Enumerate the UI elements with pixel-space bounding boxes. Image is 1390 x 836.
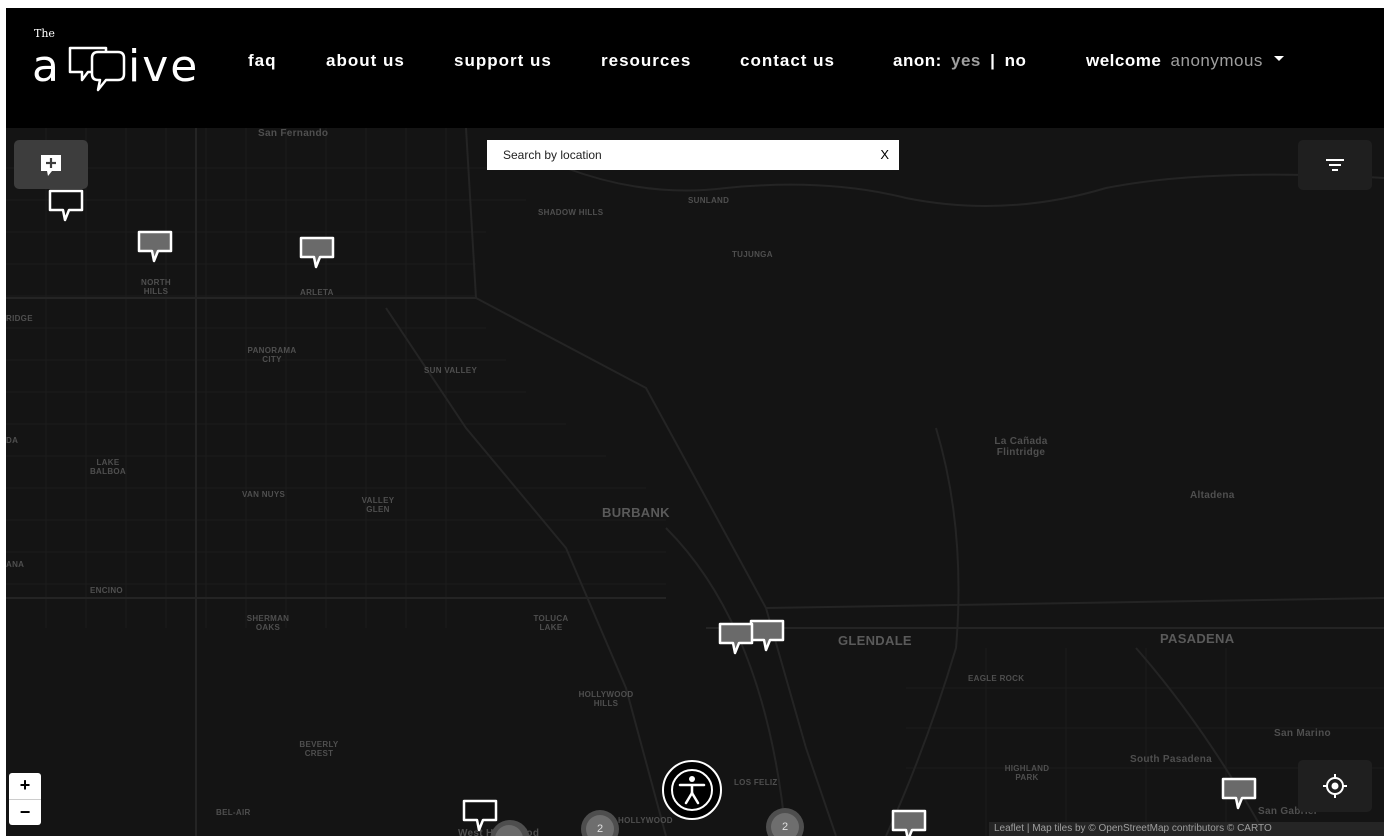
map-view[interactable]: San Fernando SHADOW HILLS SUNLAND TUJUNG… <box>6 128 1384 836</box>
site-logo[interactable]: a ive The <box>32 26 222 96</box>
caret-down-icon <box>1274 56 1285 62</box>
osm-link[interactable]: OpenStreetMap <box>1099 823 1170 834</box>
add-comment-icon <box>41 155 61 176</box>
story-marker-icon[interactable] <box>298 235 336 271</box>
accessibility-icon <box>671 769 713 811</box>
place-label: SHERMAN OAKS <box>246 614 290 632</box>
anon-no-option[interactable]: no <box>1005 51 1027 71</box>
nav-link-contact-us[interactable]: contact us <box>740 51 835 71</box>
user-menu-dropdown[interactable]: welcome anonymous <box>1086 51 1285 71</box>
place-label: DA <box>6 436 19 445</box>
place-label: Altadena <box>1190 490 1235 501</box>
top-navbar: a ive The faq about us support us resour… <box>6 8 1384 128</box>
place-label: San Marino <box>1274 728 1331 739</box>
place-label: VAN NUYS <box>242 490 286 499</box>
speech-bubbles-logo-icon: a ive <box>32 41 199 92</box>
anon-toggle: anon: yes | no <box>893 51 1026 71</box>
story-marker-icon[interactable] <box>717 621 755 657</box>
welcome-username: anonymous <box>1170 51 1263 70</box>
locate-me-button[interactable] <box>1298 760 1372 812</box>
nav-link-about-us[interactable]: about us <box>326 51 405 71</box>
place-label: SHADOW HILLS <box>538 208 604 217</box>
place-label: NORTH HILLS <box>141 278 171 296</box>
filter-button[interactable] <box>1298 140 1372 190</box>
place-label: RIDGE <box>6 314 33 323</box>
leaflet-link[interactable]: Leaflet <box>994 823 1024 834</box>
map-attribution: Leaflet | Map tiles by © OpenStreetMap c… <box>989 822 1384 836</box>
logo-letter-a: a <box>32 41 59 92</box>
place-label: SUNLAND <box>688 196 730 205</box>
map-tiles <box>6 128 1384 836</box>
logo-small-text: The <box>34 27 55 40</box>
zoom-control: + − <box>9 773 41 825</box>
anon-separator: | <box>990 51 996 70</box>
place-label: SUN VALLEY <box>424 366 478 375</box>
story-marker-icon[interactable] <box>47 188 85 224</box>
crosshair-icon <box>1323 774 1347 798</box>
cluster-count <box>495 825 523 836</box>
location-search: X <box>487 140 899 170</box>
search-clear-button[interactable]: X <box>880 147 889 162</box>
app-window: a ive The faq about us support us resour… <box>6 8 1384 836</box>
place-label: VALLEY GLEN <box>361 496 395 514</box>
story-marker-icon[interactable] <box>890 808 928 836</box>
anon-label: anon: <box>893 51 942 70</box>
place-label: TUJUNGA <box>732 250 773 259</box>
place-label: San Fernando <box>258 128 329 139</box>
place-label: La Cañada Flintridge <box>994 436 1048 458</box>
place-label: BEL-AIR <box>216 808 251 817</box>
logo-letters-ive: ive <box>128 41 199 92</box>
zoom-in-button[interactable]: + <box>9 773 41 800</box>
place-label: ARLETA <box>300 288 334 297</box>
attribution-prefix: Map tiles by © <box>1032 823 1096 834</box>
place-label: GLENDALE <box>838 633 912 648</box>
cluster-count: 2 <box>586 815 614 836</box>
nav-link-support-us[interactable]: support us <box>454 51 552 71</box>
nav-link-faq[interactable]: faq <box>248 51 277 71</box>
place-label: ENCINO <box>90 586 123 595</box>
accessibility-button[interactable] <box>662 760 722 820</box>
place-label: TOLUCA LAKE <box>533 614 569 632</box>
attribution-separator: | <box>1026 823 1030 834</box>
place-label: BURBANK <box>602 505 670 520</box>
place-label: LOS FELIZ <box>734 778 778 787</box>
attribution-contributors: contributors © <box>1171 823 1235 834</box>
filter-icon <box>1326 159 1344 171</box>
carto-link[interactable]: CARTO <box>1237 823 1272 834</box>
place-label: ANA <box>6 560 25 569</box>
nav-link-resources[interactable]: resources <box>601 51 691 71</box>
zoom-out-button[interactable]: − <box>9 800 41 826</box>
welcome-label: welcome <box>1086 51 1162 70</box>
search-input[interactable] <box>487 140 863 170</box>
cluster-count: 2 <box>771 813 799 836</box>
add-story-button[interactable] <box>14 140 88 189</box>
place-label: HIGHLAND PARK <box>1004 764 1050 782</box>
anon-yes-option[interactable]: yes <box>951 51 981 71</box>
place-label: PASADENA <box>1160 631 1235 646</box>
story-marker-icon[interactable] <box>1220 776 1258 812</box>
place-label: HOLLYWOOD HILLS <box>578 690 634 708</box>
place-label: South Pasadena <box>1130 754 1212 765</box>
place-label: LAKE BALBOA <box>89 458 127 476</box>
place-label: EAGLE ROCK <box>968 674 1025 683</box>
story-marker-icon[interactable] <box>136 229 174 265</box>
place-label: BEVERLY CREST <box>299 740 339 758</box>
place-label: PANORAMA CITY <box>247 346 297 364</box>
